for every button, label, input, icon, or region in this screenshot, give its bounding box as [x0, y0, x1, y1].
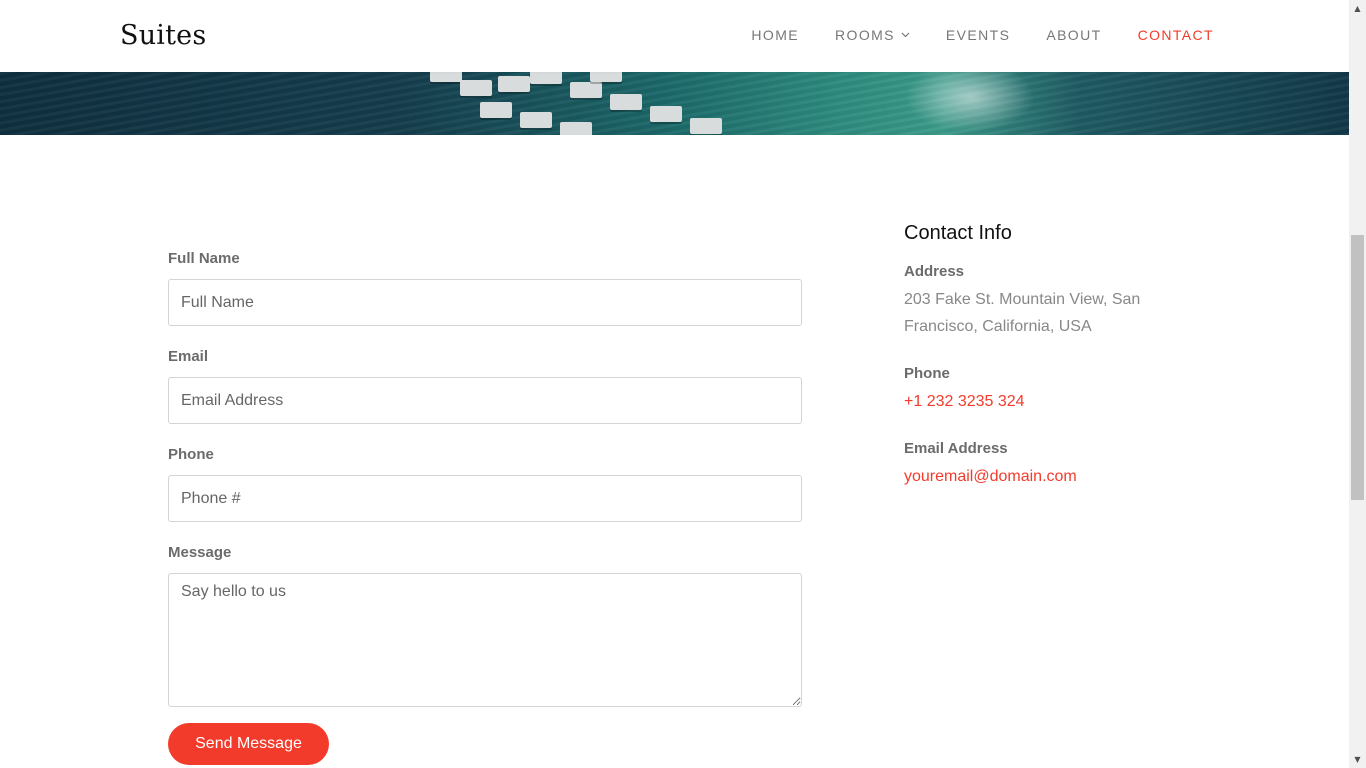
main-nav: HOME ROOMS EVENTS ABOUT CONTACT	[715, 27, 1214, 43]
chevron-down-icon	[901, 30, 910, 41]
phone-info-label: Phone	[904, 365, 950, 382]
scrollbar-thumb[interactable]	[1351, 235, 1364, 500]
contact-info: Contact Info Address 203 Fake St. Mounta…	[904, 222, 1204, 515]
email-block: Email Address youremail@domain.com	[904, 440, 1204, 490]
contact-info-title: Contact Info	[904, 222, 1012, 244]
hero-image	[0, 72, 1349, 135]
email-label: Email	[168, 348, 209, 365]
full-name-input[interactable]	[168, 279, 802, 326]
triangle-up-icon[interactable]: ▲	[1349, 0, 1366, 17]
email-link[interactable]: youremail@domain.com	[904, 463, 1077, 490]
hero-villas	[420, 72, 760, 135]
page-scrollbar[interactable]: ▲ ▼	[1349, 0, 1366, 768]
send-message-button[interactable]: Send Message	[168, 723, 329, 765]
message-label: Message	[168, 544, 232, 561]
triangle-down-icon[interactable]: ▼	[1349, 751, 1366, 768]
phone-block: Phone +1 232 3235 324	[904, 365, 1204, 415]
nav-events[interactable]: EVENTS	[946, 27, 1010, 43]
phone-link[interactable]: +1 232 3235 324	[904, 388, 1025, 415]
hero-wave-foam	[900, 72, 1040, 135]
email-input[interactable]	[168, 377, 802, 424]
address-block: Address 203 Fake St. Mountain View, San …	[904, 263, 1204, 340]
nav-rooms-label: ROOMS	[835, 27, 895, 43]
address-label: Address	[904, 263, 965, 280]
nav-contact[interactable]: CONTACT	[1138, 27, 1214, 43]
address-text: 203 Fake St. Mountain View, San Francisc…	[904, 291, 1141, 335]
site-logo[interactable]: Suites	[120, 20, 206, 51]
nav-rooms[interactable]: ROOMS	[835, 27, 910, 43]
full-name-label: Full Name	[168, 250, 240, 267]
phone-input[interactable]	[168, 475, 802, 522]
site-header: Suites HOME ROOMS EVENTS ABOUT CONTACT	[0, 0, 1349, 72]
email-info-label: Email Address	[904, 440, 1008, 457]
message-textarea[interactable]	[168, 573, 802, 707]
nav-about[interactable]: ABOUT	[1046, 27, 1101, 43]
phone-label: Phone	[168, 446, 214, 463]
contact-form: Full Name Email Phone Message Send Messa…	[168, 250, 802, 765]
nav-home[interactable]: HOME	[751, 27, 799, 43]
